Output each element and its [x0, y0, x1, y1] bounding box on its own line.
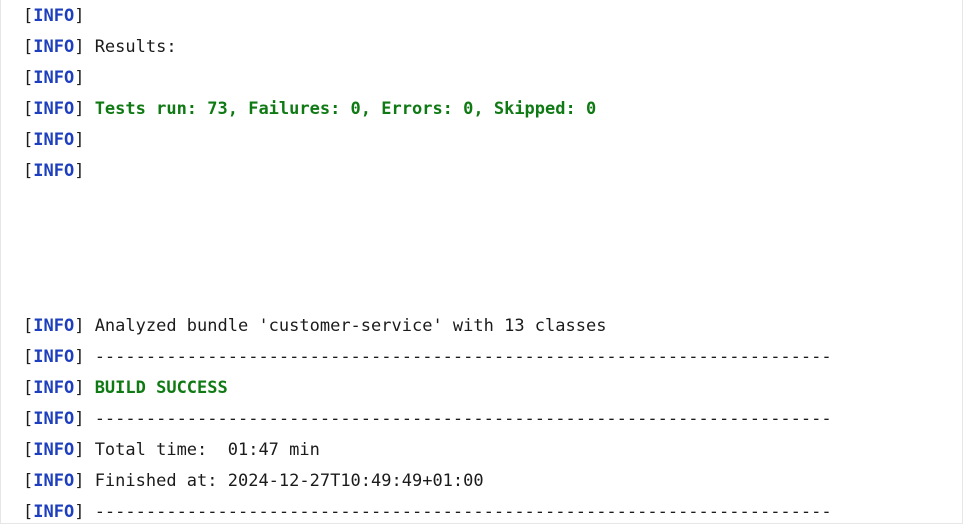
log-line: [INFO]: [23, 6, 95, 26]
log-level-label: INFO: [33, 347, 75, 367]
log-level-label: INFO: [33, 440, 75, 460]
separator-line: ----------------------------------------…: [94, 502, 832, 522]
log-line: [INFO] Analyzed bundle 'customer-service…: [23, 316, 607, 336]
log-level-label: INFO: [33, 471, 75, 491]
log-line: [INFO] ---------------------------------…: [23, 409, 832, 429]
log-level-label: INFO: [33, 378, 75, 398]
log-message: Analyzed bundle 'customer-service' with …: [94, 316, 607, 336]
log-level-label: INFO: [33, 409, 75, 429]
log-line: [INFO] Results:: [23, 37, 177, 57]
separator-line: ----------------------------------------…: [94, 347, 832, 367]
log-level-label: INFO: [33, 130, 75, 150]
log-line: [INFO]: [23, 68, 95, 88]
total-time: Total time: 01:47 min: [94, 440, 320, 460]
log-level-label: INFO: [33, 6, 75, 26]
log-message: Results:: [94, 37, 177, 57]
log-level-label: INFO: [33, 37, 75, 57]
log-level-label: INFO: [33, 502, 75, 522]
test-results-summary: Tests run: 73, Failures: 0, Errors: 0, S…: [94, 99, 597, 119]
log-line: [INFO]: [23, 161, 95, 181]
log-level-label: INFO: [33, 68, 75, 88]
log-level-label: INFO: [33, 99, 75, 119]
log-line: [INFO] BUILD SUCCESS: [23, 378, 228, 398]
finished-at: Finished at: 2024-12-27T10:49:49+01:00: [94, 471, 484, 491]
separator-line: ----------------------------------------…: [94, 409, 832, 429]
log-level-label: INFO: [33, 161, 75, 181]
build-status: BUILD SUCCESS: [94, 378, 228, 398]
log-line: [INFO] Tests run: 73, Failures: 0, Error…: [23, 99, 597, 119]
log-line: [INFO]: [23, 130, 95, 150]
build-console-output[interactable]: [INFO] [INFO] Results: [INFO] [INFO] Tes…: [0, 0, 963, 524]
log-level-label: INFO: [33, 316, 75, 336]
log-line: [INFO] ---------------------------------…: [23, 502, 832, 522]
log-line: [INFO] Finished at: 2024-12-27T10:49:49+…: [23, 471, 484, 491]
log-line: [INFO] ---------------------------------…: [23, 347, 832, 367]
log-line: [INFO] Total time: 01:47 min: [23, 440, 320, 460]
